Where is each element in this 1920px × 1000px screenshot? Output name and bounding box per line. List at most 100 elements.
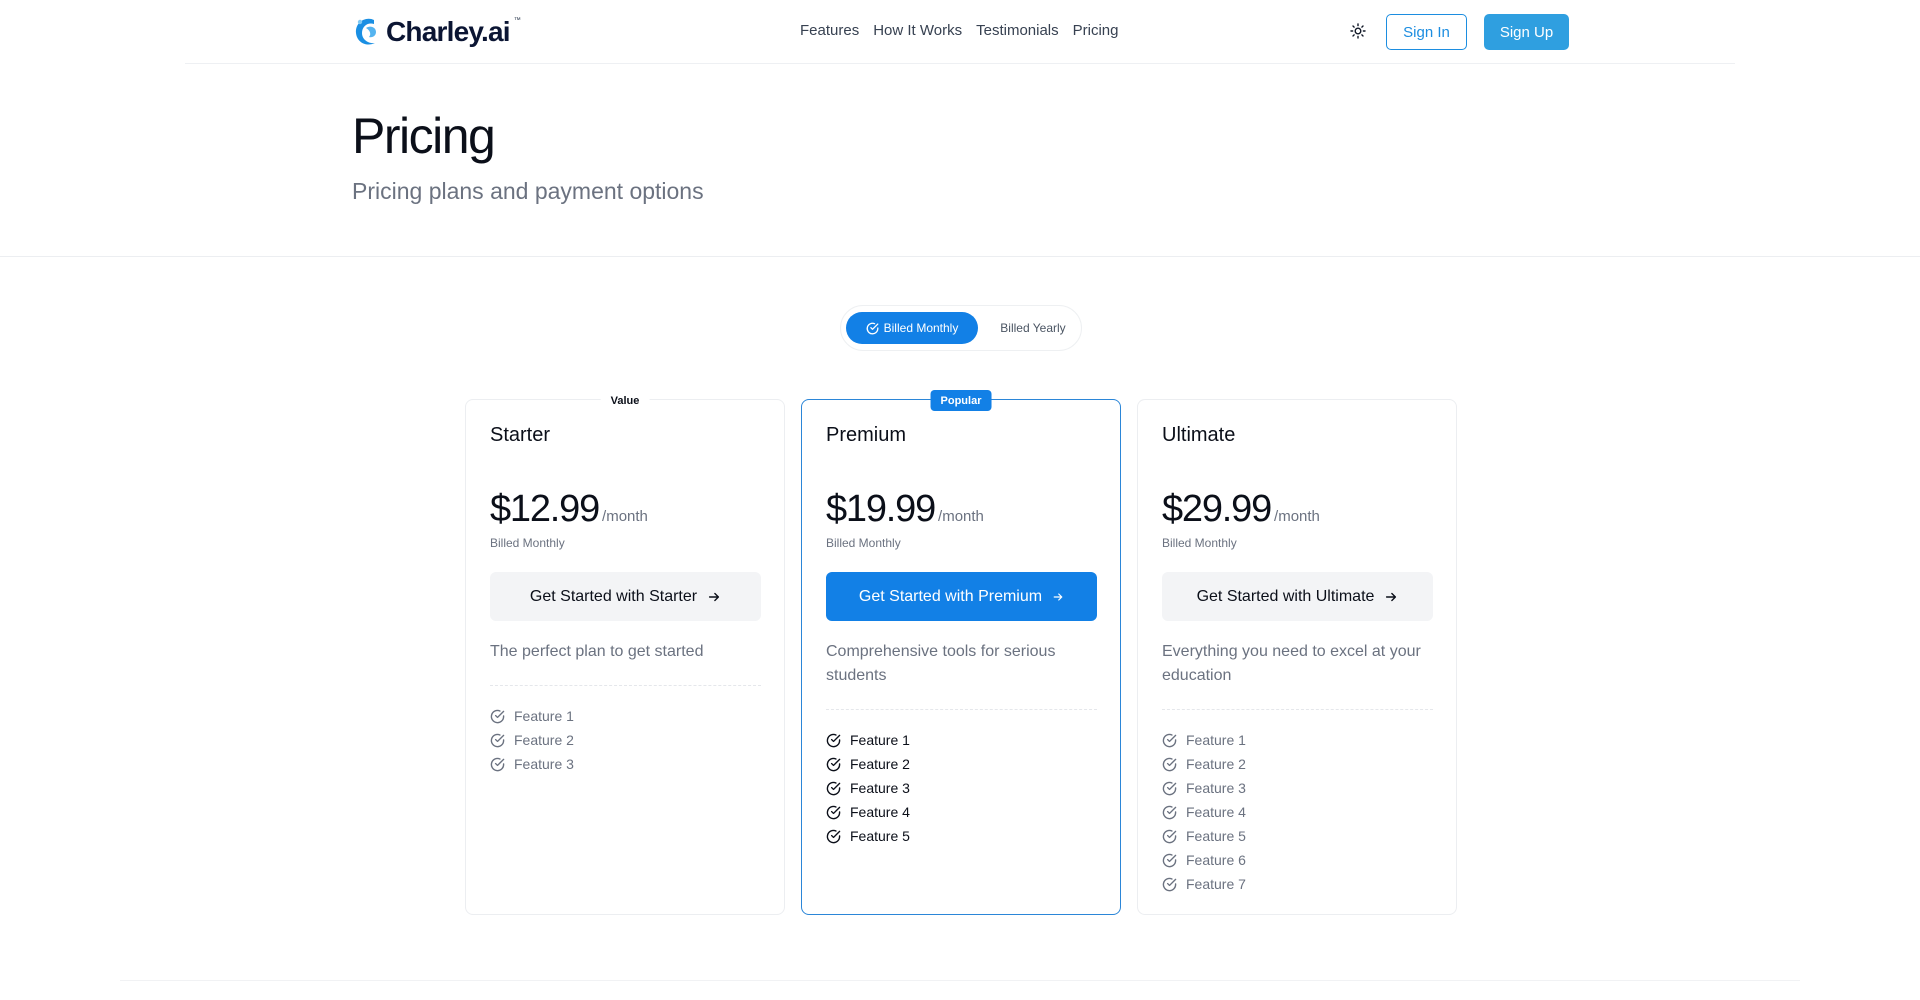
brand-logo[interactable]: Charley.ai ™ [352,14,521,50]
plan-divider [1162,709,1433,710]
trademark-mark: ™ [513,16,521,24]
feature-item: Feature 4 [826,800,910,824]
nav-link-pricing[interactable]: Pricing [1073,22,1119,39]
check-circle-icon [866,322,879,334]
feature-label: Feature 2 [850,756,910,772]
plan-card-premium: Popular Premium $19.99 /month Billed Mon… [801,390,1121,915]
price-period: /month [938,508,984,525]
main-nav: Features How It Works Testimonials Prici… [800,22,1119,39]
plan-card-starter: Value Starter $12.99 /month Billed Month… [465,390,785,915]
check-circle-icon [826,781,841,795]
check-circle-icon [826,733,841,747]
feature-list: Feature 1 Feature 2 Feature 3 Feature 4 Feat… [1162,728,1246,896]
section-divider [0,256,1920,257]
check-circle-icon [1162,781,1177,795]
feature-label: Feature 3 [850,780,910,796]
billed-monthly-option[interactable]: Billed Monthly [846,312,978,344]
cta-label: Get Started with Ultimate [1196,587,1375,605]
check-circle-icon [1162,733,1177,747]
feature-label: Feature 6 [1186,852,1246,868]
plan-description: The perfect plan to get started [490,643,704,660]
cta-label: Get Started with Premium [858,587,1043,605]
billed-yearly-option[interactable]: Billed Yearly [991,312,1075,344]
feature-label: Feature 3 [1186,780,1246,796]
feature-label: Feature 2 [514,732,574,748]
plan-name: Starter [490,424,551,446]
nav-link-how-it-works[interactable]: How It Works [873,22,962,39]
feature-item: Feature 3 [826,776,910,800]
brand-name: Charley.ai [386,16,511,47]
feature-item: Feature 2 [826,752,910,776]
feature-label: Feature 3 [514,756,574,772]
sun-icon [1350,23,1366,39]
price-period: /month [602,508,648,525]
check-circle-icon [1162,829,1177,843]
billing-note: Billed Monthly [826,536,901,550]
plan-badge: Popular [930,390,992,411]
check-circle-icon [490,733,505,747]
get-started-starter-button[interactable]: Get Started with Starter [490,572,761,621]
plan-price: $29.99 /month [1162,488,1320,531]
plan-divider [490,685,761,686]
feature-item: Feature 6 [1162,848,1246,872]
arrow-right-icon [1053,592,1063,601]
feature-item: Feature 4 [1162,800,1246,824]
feature-label: Feature 7 [1186,876,1246,892]
plan-price: $12.99 /month [490,488,648,531]
plan-divider [826,709,1097,710]
check-circle-icon [1162,877,1177,891]
footer-divider [120,980,1800,981]
feature-item: Feature 1 [490,704,574,728]
nav-link-testimonials[interactable]: Testimonials [976,22,1059,39]
feature-item: Feature 7 [1162,872,1246,896]
header-divider [185,63,1735,64]
feature-label: Feature 1 [514,708,574,724]
get-started-premium-button[interactable]: Get Started with Premium [826,572,1097,621]
plan-badge: Value [600,390,650,411]
check-circle-icon [826,757,841,771]
check-circle-icon [490,709,505,723]
theme-toggle-button[interactable] [1348,21,1368,41]
feature-item: Feature 1 [1162,728,1246,752]
feature-label: Feature 2 [1186,756,1246,772]
plan-name: Ultimate [1162,424,1236,446]
price-period: /month [1274,508,1320,525]
feature-list: Feature 1 Feature 2 Feature 3 Feature 4 Feat… [826,728,910,848]
feature-label: Feature 4 [850,804,910,820]
nav-link-features[interactable]: Features [800,22,859,39]
arrow-right-icon [1386,592,1397,601]
feature-label: Feature 1 [850,732,910,748]
arrow-right-icon [709,592,720,601]
wave-logo-icon [355,18,376,45]
feature-item: Feature 5 [826,824,910,848]
feature-label: Feature 4 [1186,804,1246,820]
plan-name: Premium [826,424,907,446]
feature-item: Feature 1 [826,728,910,752]
price-amount: $12.99 [490,488,600,530]
feature-label: Feature 5 [1186,828,1246,844]
feature-list: Feature 1 Feature 2 Feature 3 [490,704,574,776]
price-amount: $29.99 [1162,488,1272,530]
plan-price: $19.99 /month [826,488,984,531]
feature-item: Feature 3 [490,752,574,776]
page-subtitle: Pricing plans and payment options [352,178,704,204]
get-started-ultimate-button[interactable]: Get Started with Ultimate [1162,572,1433,621]
page-title: Pricing [352,108,496,164]
billing-note: Billed Monthly [490,536,565,550]
feature-item: Feature 3 [1162,776,1246,800]
check-circle-icon [490,757,505,771]
check-circle-icon [1162,757,1177,771]
feature-item: Feature 2 [490,728,574,752]
plan-description: Everything you need to excel at your edu… [1162,643,1421,684]
site-header: Charley.ai ™ Features How It Works Testi… [0,0,1920,64]
sign-up-button[interactable]: Sign Up [1484,14,1569,50]
check-circle-icon [826,829,841,843]
feature-label: Feature 5 [850,828,910,844]
check-circle-icon [1162,805,1177,819]
feature-item: Feature 5 [1162,824,1246,848]
price-amount: $19.99 [826,488,936,530]
billed-monthly-label: Billed Monthly [883,321,959,335]
billing-toggle: Billed Monthly Billed Yearly [840,305,1082,351]
check-circle-icon [1162,853,1177,867]
sign-in-button[interactable]: Sign In [1386,14,1467,50]
